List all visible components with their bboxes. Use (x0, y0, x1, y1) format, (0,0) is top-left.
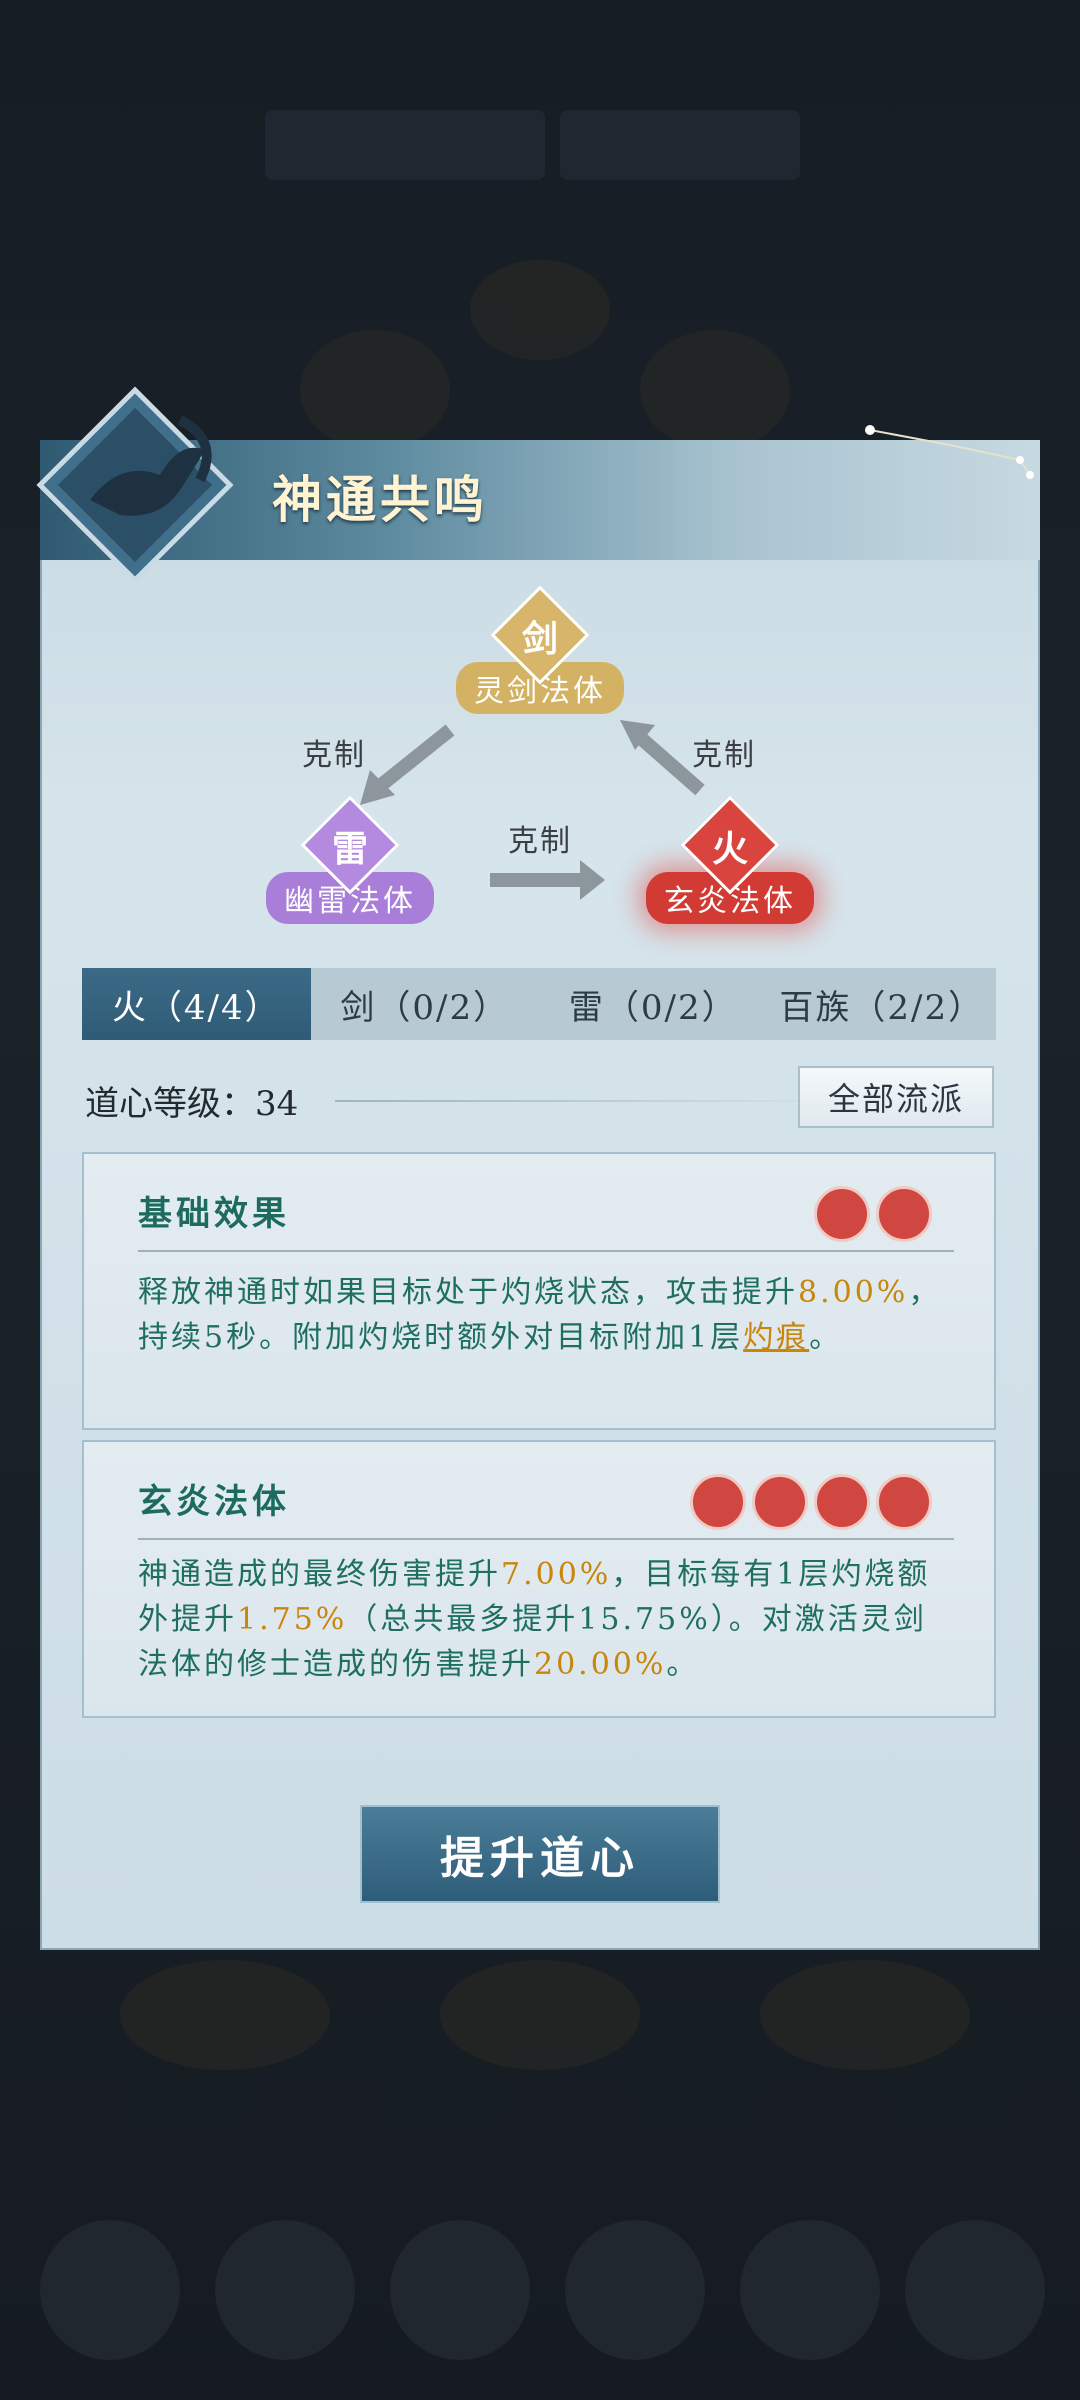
dao-heart-level: 道心等级：34 (85, 1076, 298, 1125)
text-segment: 。 (809, 1320, 843, 1355)
background-character (440, 1960, 640, 2070)
background-character (760, 1960, 970, 2070)
divider (138, 1538, 954, 1540)
background-character (300, 330, 450, 450)
arrow-head-icon (580, 860, 605, 900)
node-fire-body: 火 玄炎法体 (635, 795, 825, 924)
level-value: 34 (255, 1084, 299, 1124)
level-label: 道心等级： (85, 1084, 255, 1124)
text-segment: 。 (666, 1647, 700, 1682)
value-highlight: 8.00% (798, 1275, 909, 1310)
effect-card-fire-body: 玄炎法体 神通造成的最终伤害提升7.00%，目标每有1层灼烧额外提升1.75%（… (82, 1440, 996, 1718)
nav-icon (40, 2220, 180, 2360)
resonance-panel: 神通共鸣 剑 灵剑法体 雷 幽雷法体 火 玄炎法体 克制 克制 克制 火（4/4… (36, 386, 1040, 1950)
flame-icon (876, 1474, 932, 1530)
node-glyph: 火 (711, 828, 748, 870)
relation-label: 克制 (302, 738, 366, 773)
background-tab (265, 110, 545, 180)
relation-label: 克制 (508, 824, 572, 859)
background-character (470, 260, 610, 360)
card-title: 玄炎法体 (138, 1482, 290, 1522)
nav-icon (740, 2220, 880, 2360)
tab-hundred-clans[interactable]: 百族（2/2） (768, 968, 997, 1040)
tab-thunder[interactable]: 雷（0/2） (539, 968, 768, 1040)
flame-icon (752, 1474, 808, 1530)
tab-sword[interactable]: 剑（0/2） (311, 968, 540, 1040)
effect-card-basic: 基础效果 释放神通时如果目标处于灼烧状态，攻击提升8.00%，持续5秒。附加灼烧… (82, 1152, 996, 1430)
value-highlight: 20.00% (534, 1647, 667, 1682)
flame-icon (814, 1186, 870, 1242)
keyword-link[interactable]: 灼痕 (743, 1320, 809, 1355)
tab-fire[interactable]: 火（4/4） (82, 968, 311, 1040)
node-sword-body: 剑 灵剑法体 (450, 585, 630, 714)
card-description: 神通造成的最终伤害提升7.00%，目标每有1层灼烧额外提升1.75%（总共最多提… (138, 1552, 944, 1687)
node-glyph: 雷 (331, 828, 368, 870)
flame-icon (690, 1474, 746, 1530)
card-description: 释放神通时如果目标处于灼烧状态，攻击提升8.00%，持续5秒。附加灼烧时额外对目… (138, 1270, 944, 1360)
upgrade-dao-heart-button[interactable]: 提升道心 (360, 1805, 720, 1903)
element-tabs: 火（4/4） 剑（0/2） 雷（0/2） 百族（2/2） (82, 968, 996, 1040)
card-title: 基础效果 (138, 1194, 290, 1234)
flame-icon (814, 1474, 870, 1530)
text-segment: 神通造成的最终伤害提升 (138, 1557, 501, 1592)
background-tab (560, 110, 800, 180)
flame-stack (690, 1474, 932, 1530)
background-character (640, 330, 790, 450)
flame-stack (814, 1186, 932, 1242)
nav-icon (905, 2220, 1045, 2360)
background-character (120, 1960, 330, 2070)
divider (335, 1100, 835, 1102)
divider (138, 1250, 954, 1252)
nav-icon (390, 2220, 530, 2360)
value-highlight: 1.75% (237, 1602, 348, 1637)
node-thunder-body: 雷 幽雷法体 (255, 795, 445, 924)
value-highlight: 7.00% (501, 1557, 612, 1592)
flame-icon (876, 1186, 932, 1242)
all-schools-button[interactable]: 全部流派 (798, 1066, 994, 1128)
nav-icon (565, 2220, 705, 2360)
nav-icon (215, 2220, 355, 2360)
text-segment: 释放神通时如果目标处于灼烧状态，攻击提升 (138, 1275, 798, 1310)
relation-label: 克制 (692, 738, 756, 773)
node-glyph: 剑 (521, 618, 558, 660)
